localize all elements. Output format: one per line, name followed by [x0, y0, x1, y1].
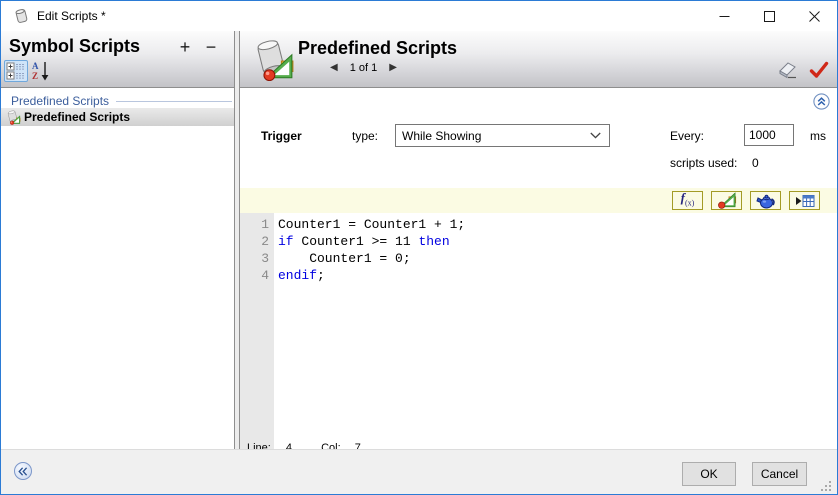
chevron-down-icon [590, 132, 601, 139]
minimize-icon [719, 11, 730, 22]
line-number: 3 [240, 250, 274, 267]
trigger-type-value: While Showing [402, 129, 481, 143]
code-line[interactable]: Counter1 = 0; [278, 250, 837, 267]
close-button[interactable] [792, 1, 837, 31]
minimize-button[interactable] [702, 1, 747, 31]
teapot-icon [756, 193, 776, 209]
function-button[interactable]: f(x) [672, 191, 703, 210]
insert-script-symbol-button[interactable] [711, 191, 742, 210]
trigger-label: Trigger [261, 129, 302, 143]
dialog-footer: OK Cancel [1, 449, 837, 495]
status-col-label: Col: [321, 442, 341, 449]
editor-status-bar: Line: 4 Col: 7 [240, 442, 361, 449]
remove-script-button[interactable]: − [198, 37, 224, 57]
group-rule [116, 101, 232, 102]
right-panel-title: Predefined Scripts [298, 38, 457, 59]
add-script-button[interactable]: + [172, 37, 198, 57]
scripts-used-value: 0 [752, 156, 759, 170]
code-line[interactable]: Counter1 = Counter1 + 1; [278, 216, 837, 233]
edit-scripts-window: Edit Scripts * Symbol Scripts + − [0, 0, 838, 495]
trigger-type-label: type: [352, 129, 378, 143]
prev-page-button[interactable]: ◀ [330, 62, 338, 74]
right-panel-header: Predefined Scripts ◀ 1 of 1 ▶ [240, 31, 837, 88]
scripts-group-header: Predefined Scripts [1, 94, 234, 108]
window-controls [702, 1, 837, 31]
resize-grip[interactable] [819, 479, 832, 492]
run-table-icon [795, 193, 815, 209]
chevron-double-left-icon [18, 467, 28, 476]
title-bar: Edit Scripts * [1, 1, 837, 31]
maximize-icon [764, 11, 775, 22]
apply-check-button[interactable] [809, 61, 829, 79]
ok-button[interactable]: OK [682, 462, 736, 486]
code-line[interactable]: endif; [278, 267, 837, 284]
list-item-predefined-scripts[interactable]: Predefined Scripts [1, 108, 234, 126]
script-scroll-icon [246, 33, 298, 87]
predefined-scripts-panel: Predefined Scripts ◀ 1 of 1 ▶ [239, 31, 837, 449]
pager: ◀ 1 of 1 ▶ [330, 62, 457, 74]
status-col-value: 7 [355, 442, 361, 449]
trigger-section: Trigger type: While Showing Every: ms sc… [240, 88, 837, 188]
symbol-scripts-panel: Symbol Scripts + − [1, 31, 235, 449]
run-table-button[interactable] [789, 191, 820, 210]
svg-text:Z: Z [32, 71, 38, 81]
group-label: Predefined Scripts [11, 94, 109, 108]
category-view-button[interactable] [4, 60, 28, 82]
category-view-icon [5, 61, 27, 81]
next-page-button[interactable]: ▶ [389, 62, 397, 74]
ms-unit-label: ms [810, 129, 826, 143]
script-symbol-icon [717, 192, 737, 209]
editor-code[interactable]: Counter1 = Counter1 + 1;if Counter1 >= 1… [274, 213, 837, 449]
script-detail-area: Trigger type: While Showing Every: ms sc… [240, 88, 837, 449]
left-panel-header: Symbol Scripts + − [1, 31, 234, 88]
left-panel-title: Symbol Scripts [9, 36, 172, 57]
editor-gutter: 1234 [240, 213, 274, 449]
collapse-left-button[interactable] [14, 462, 32, 480]
trigger-type-select[interactable]: While Showing [395, 124, 610, 147]
code-line[interactable]: if Counter1 >= 11 then [278, 233, 837, 250]
scripts-list: Predefined Scripts [1, 88, 234, 449]
scripts-used-label: scripts used: [670, 156, 737, 170]
eraser-button[interactable] [777, 59, 797, 79]
cancel-button[interactable]: Cancel [752, 462, 807, 486]
svg-text:A: A [32, 61, 39, 71]
every-input[interactable] [744, 124, 794, 146]
every-label: Every: [670, 129, 704, 143]
editor-toolbar: f(x) [240, 188, 837, 213]
debug-teapot-button[interactable] [750, 191, 781, 210]
list-item-label: Predefined Scripts [24, 110, 130, 124]
window-title: Edit Scripts * [37, 9, 106, 23]
sort-az-icon: A Z [31, 60, 52, 82]
line-number: 2 [240, 233, 274, 250]
maximize-button[interactable] [747, 1, 792, 31]
line-number: 4 [240, 267, 274, 284]
check-icon [809, 61, 829, 79]
sort-az-button[interactable]: A Z [31, 60, 52, 82]
eraser-icon [777, 59, 797, 79]
close-icon [809, 11, 820, 22]
pager-label: 1 of 1 [350, 62, 378, 74]
main-area: Symbol Scripts + − [1, 31, 837, 449]
script-editor[interactable]: 1234 Counter1 = Counter1 + 1;if Counter1… [240, 213, 837, 449]
function-fx-icon: f(x) [681, 191, 695, 210]
status-line-value: 4 [286, 442, 292, 449]
status-line-label: Line: [247, 442, 271, 449]
line-number: 1 [240, 216, 274, 233]
scroll-app-icon [14, 8, 29, 24]
script-scroll-icon [5, 110, 21, 125]
